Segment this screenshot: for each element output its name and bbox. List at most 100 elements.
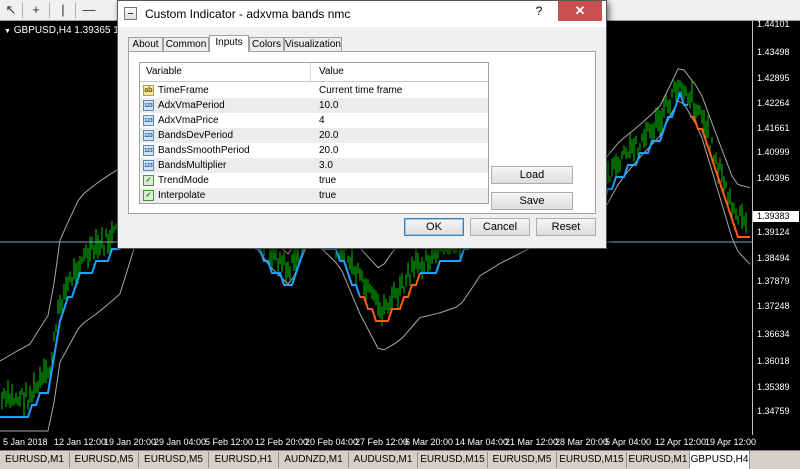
input-value[interactable]: true bbox=[319, 188, 336, 203]
input-row-bandssmoothperiod[interactable]: 123 BandsSmoothPeriod 20.0 bbox=[140, 143, 488, 158]
input-name: Interpolate bbox=[158, 190, 206, 201]
header-variable: Variable bbox=[146, 66, 182, 77]
number-type-icon: 123 bbox=[143, 100, 154, 111]
price-tick: 1.44101 bbox=[757, 19, 790, 29]
time-tick: 5 Jan 2018 bbox=[3, 437, 48, 447]
time-axis: 5 Jan 2018 12 Jan 12:00 19 Jan 20:00 29 Jan… bbox=[0, 435, 800, 450]
input-row-bandsmultiplier[interactable]: 123 BandsMultiplier 3.0 bbox=[140, 158, 488, 173]
help-button[interactable]: ? bbox=[524, 1, 554, 21]
toolbar-separator bbox=[75, 2, 76, 18]
price-tick: 1.37248 bbox=[757, 301, 790, 311]
price-tick: 1.34759 bbox=[757, 406, 790, 416]
symbol-tab[interactable]: EURUSD,M5 bbox=[139, 452, 209, 468]
custom-indicator-dialog: Custom Indicator - adxvma bands nmc ? ✕ … bbox=[117, 0, 607, 249]
vertical-line-icon[interactable]: | bbox=[55, 2, 71, 18]
symbol-tab[interactable]: EURUSD,M15 bbox=[418, 452, 488, 468]
tab-inputs[interactable]: Inputs bbox=[209, 35, 249, 52]
number-type-icon: 123 bbox=[143, 115, 154, 126]
horizontal-line-icon[interactable]: — bbox=[81, 2, 97, 18]
header-divider bbox=[310, 63, 311, 81]
symbol-tab[interactable]: EURUSD,M5 bbox=[488, 452, 557, 468]
time-tick: 19 Apr 12:00 bbox=[705, 437, 757, 447]
reset-button[interactable]: Reset bbox=[536, 218, 596, 236]
price-tick: 1.36018 bbox=[757, 356, 790, 366]
inputs-panel: Variable Value ab TimeFrame Current time f… bbox=[128, 51, 596, 214]
price-tick: 1.39124 bbox=[757, 227, 790, 237]
symbol-tab[interactable]: EURUSD,H1 bbox=[209, 452, 279, 468]
input-name: BandsSmoothPeriod bbox=[158, 145, 250, 156]
number-type-icon: 123 bbox=[143, 145, 154, 156]
tab-visualization[interactable]: Visualization bbox=[284, 37, 342, 52]
close-button[interactable]: ✕ bbox=[558, 1, 602, 21]
symbol-tab[interactable]: EURUSD,M1 bbox=[0, 452, 70, 468]
number-type-icon: 123 bbox=[143, 160, 154, 171]
dialog-titlebar[interactable]: Custom Indicator - adxvma bands nmc ? ✕ bbox=[118, 1, 606, 27]
string-type-icon: ab bbox=[143, 85, 154, 96]
symbol-tab[interactable]: EURUSD,M1 bbox=[627, 452, 690, 468]
input-value[interactable]: 10.0 bbox=[319, 98, 338, 113]
dialog-title: Custom Indicator - adxvma bands nmc bbox=[145, 7, 351, 21]
current-price-tag: 1.39383 bbox=[753, 211, 799, 222]
price-tick: 1.36634 bbox=[757, 329, 790, 339]
input-value[interactable]: 3.0 bbox=[319, 158, 333, 173]
ok-button[interactable]: OK bbox=[404, 218, 464, 236]
time-tick: 19 Jan 20:00 bbox=[104, 437, 157, 447]
load-button[interactable]: Load bbox=[491, 166, 573, 184]
time-tick: 5 Feb 12:00 bbox=[205, 437, 254, 447]
input-name: TimeFrame bbox=[158, 85, 209, 96]
price-tick: 1.40999 bbox=[757, 147, 790, 157]
adxvma-down-line bbox=[690, 116, 750, 238]
symbol-tab[interactable]: GBPUSD,H4 bbox=[690, 451, 750, 469]
time-tick: 29 Jan 04:00 bbox=[154, 437, 207, 447]
input-row-adxvmaperiod[interactable]: 123 AdxVmaPeriod 10.0 bbox=[140, 98, 488, 113]
input-name: TrendMode bbox=[158, 175, 209, 186]
symbol-tab[interactable]: AUDUSD,M1 bbox=[349, 452, 418, 468]
input-value[interactable]: 4 bbox=[319, 113, 325, 128]
input-name: BandsDevPeriod bbox=[158, 130, 234, 141]
time-tick: 5 Apr 04:00 bbox=[605, 437, 652, 447]
input-name: AdxVmaPeriod bbox=[158, 100, 225, 111]
chart-tabs: EURUSD,M1 EURUSD,M5 EURUSD,M5 EURUSD,H1 AUDN… bbox=[0, 450, 800, 469]
input-row-timeframe[interactable]: ab TimeFrame Current time frame bbox=[140, 83, 488, 98]
tab-common[interactable]: Common bbox=[163, 37, 209, 52]
input-name: BandsMultiplier bbox=[158, 160, 227, 171]
price-tick: 1.38494 bbox=[757, 253, 790, 263]
input-row-trendmode[interactable]: ✓ TrendMode true bbox=[140, 173, 488, 188]
price-axis: 1.44101 1.43498 1.42895 1.42264 1.41661 1.409… bbox=[752, 19, 800, 435]
crosshair-icon[interactable]: + bbox=[28, 2, 44, 18]
indicator-icon bbox=[124, 7, 137, 20]
save-button[interactable]: Save bbox=[491, 192, 573, 210]
boolean-type-icon: ✓ bbox=[143, 175, 154, 186]
time-tick: 12 Feb 20:00 bbox=[255, 437, 309, 447]
chart-menu-icon[interactable]: ▼ bbox=[4, 28, 11, 35]
time-tick: 12 Apr 12:00 bbox=[655, 437, 707, 447]
time-tick: 14 Mar 04:00 bbox=[455, 437, 509, 447]
inputs-grid: Variable Value ab TimeFrame Current time f… bbox=[139, 62, 489, 204]
price-tick: 1.41661 bbox=[757, 123, 790, 133]
number-type-icon: 123 bbox=[143, 130, 154, 141]
input-value[interactable]: 20.0 bbox=[319, 128, 338, 143]
price-tick: 1.42264 bbox=[757, 98, 790, 108]
input-value[interactable]: Current time frame bbox=[319, 83, 402, 98]
time-tick: 27 Feb 12:00 bbox=[355, 437, 409, 447]
tab-colors[interactable]: Colors bbox=[249, 37, 284, 52]
symbol-tab[interactable]: EURUSD,M5 bbox=[70, 452, 139, 468]
input-row-interpolate[interactable]: ✓ Interpolate true bbox=[140, 188, 488, 203]
time-tick: 28 Mar 20:00 bbox=[555, 437, 609, 447]
time-tick: 20 Feb 04:00 bbox=[305, 437, 359, 447]
cursor-icon[interactable]: ↖ bbox=[3, 2, 19, 18]
input-row-adxvmaprice[interactable]: 123 AdxVmaPrice 4 bbox=[140, 113, 488, 128]
input-name: AdxVmaPrice bbox=[158, 115, 219, 126]
input-value[interactable]: true bbox=[319, 173, 336, 188]
tab-about[interactable]: About bbox=[128, 37, 163, 52]
symbol-tab[interactable]: EURUSD,M15 bbox=[557, 452, 627, 468]
cancel-button[interactable]: Cancel bbox=[470, 218, 530, 236]
price-tick: 1.37879 bbox=[757, 276, 790, 286]
time-tick: 6 Mar 20:00 bbox=[405, 437, 454, 447]
price-tick: 1.42895 bbox=[757, 73, 790, 83]
symbol-tab[interactable]: AUDNZD,M1 bbox=[279, 452, 349, 468]
price-tick: 1.40396 bbox=[757, 173, 790, 183]
input-row-bandsdevperiod[interactable]: 123 BandsDevPeriod 20.0 bbox=[140, 128, 488, 143]
time-tick: 12 Jan 12:00 bbox=[54, 437, 107, 447]
input-value[interactable]: 20.0 bbox=[319, 143, 338, 158]
